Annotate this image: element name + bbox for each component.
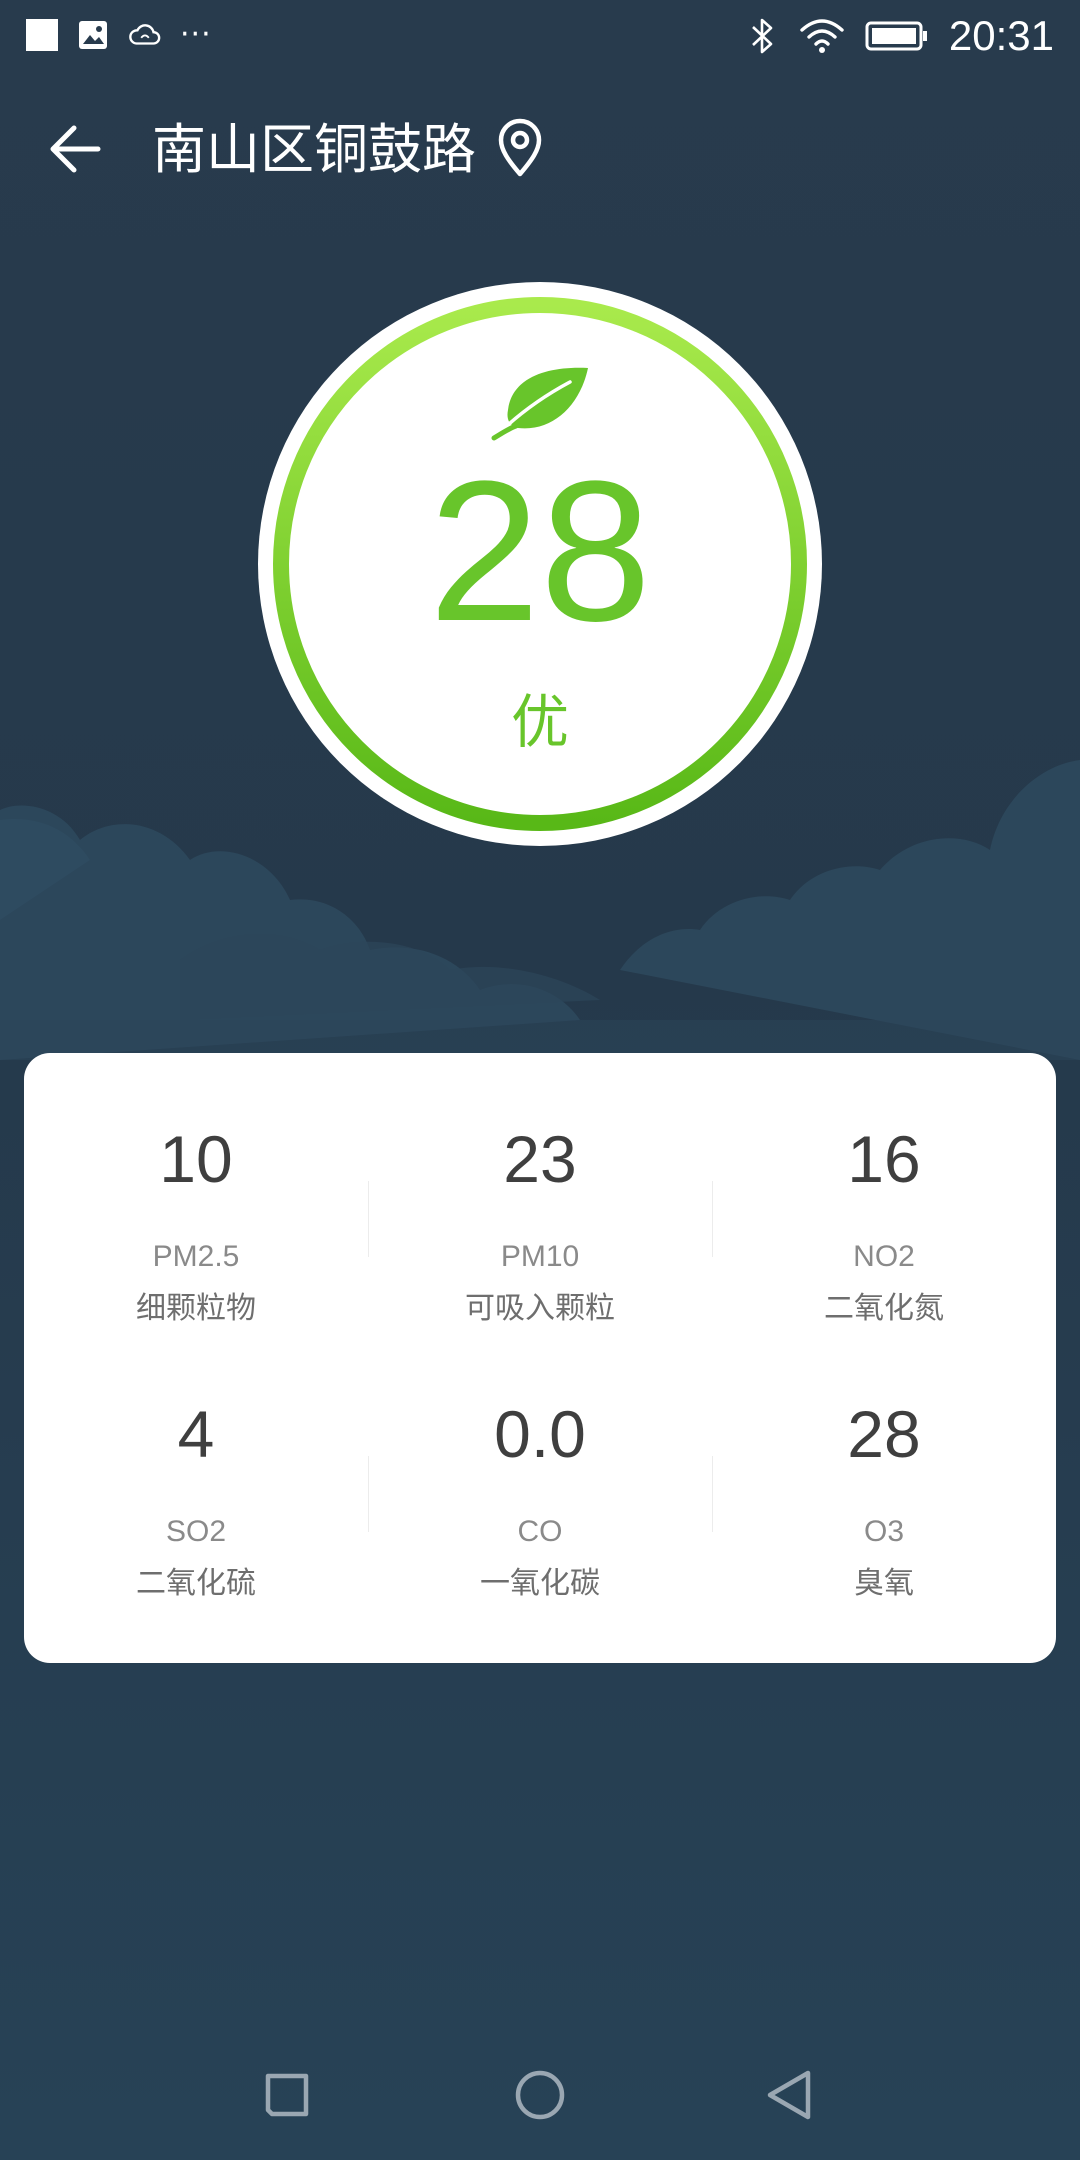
back-button[interactable] — [44, 118, 106, 180]
pollutant-item-pm25: 10 PM2.5 细颗粒物 — [24, 1053, 368, 1326]
pollutant-name: 二氧化氮 — [824, 1291, 944, 1326]
pollutant-name: 细颗粒物 — [136, 1291, 256, 1326]
pollutant-name: 臭氧 — [854, 1566, 914, 1601]
pollutant-item-pm10: 23 PM10 可吸入颗粒 — [368, 1053, 712, 1326]
column-divider — [712, 1456, 713, 1532]
notification-square-icon — [26, 19, 58, 51]
pollutant-code: O3 — [863, 1515, 905, 1548]
pollutant-item-o3: 28 O3 臭氧 — [712, 1328, 1056, 1601]
column-divider — [368, 1456, 369, 1532]
pollutant-value: 28 — [847, 1397, 921, 1471]
pollutant-name: 二氧化硫 — [136, 1566, 256, 1601]
pollutant-name: 一氧化碳 — [480, 1566, 600, 1601]
home-button[interactable] — [505, 2060, 575, 2130]
back-arrow-icon — [50, 125, 101, 173]
aqi-value: 28 — [428, 440, 652, 663]
pollutant-value: 16 — [847, 1122, 921, 1196]
pollutant-value: 4 — [177, 1397, 215, 1471]
system-nav-bar — [0, 2030, 1080, 2160]
pollutant-code: NO2 — [853, 1240, 915, 1273]
status-right-icons: 20:31 — [745, 12, 1054, 60]
recents-button[interactable] — [252, 2060, 322, 2130]
nav-back-button[interactable] — [755, 2060, 825, 2130]
pollutant-code: CO — [517, 1515, 563, 1548]
wifi-icon — [800, 19, 844, 53]
pollutant-name: 可吸入颗粒 — [465, 1291, 615, 1326]
home-circle-icon — [515, 2070, 565, 2120]
pollutant-value: 10 — [159, 1122, 233, 1196]
status-left-icons: ··· — [26, 18, 212, 52]
back-triangle-icon — [767, 2070, 811, 2120]
battery-icon — [865, 21, 927, 51]
location-pin-icon[interactable] — [496, 118, 544, 178]
pollutant-code: PM10 — [500, 1240, 580, 1273]
location-title[interactable]: 南山区铜鼓路 — [152, 114, 476, 186]
aqi-level: 优 — [510, 688, 569, 756]
pollutant-card: 10 PM2.5 细颗粒物 23 PM10 可吸入颗粒 16 NO2 二氧化氮 … — [24, 1053, 1056, 1663]
pollutant-value: 0.0 — [494, 1397, 586, 1471]
pollutant-code: PM2.5 — [152, 1240, 240, 1273]
leaf-icon — [491, 367, 588, 441]
status-time: 20:31 — [948, 12, 1054, 59]
pollutant-item-so2: 4 SO2 二氧化硫 — [24, 1328, 368, 1601]
pollutant-item-no2: 16 NO2 二氧化氮 — [712, 1053, 1056, 1326]
cloud-icon — [129, 24, 161, 45]
recents-square-icon — [265, 2073, 309, 2117]
image-icon — [79, 21, 107, 49]
column-divider — [368, 1181, 369, 1257]
status-bar: ··· 20:31 — [0, 0, 1080, 72]
aqi-gauge: 28 优 — [258, 282, 822, 846]
pollutant-item-co: 0.0 CO 一氧化碳 — [368, 1328, 712, 1601]
pollutant-value: 23 — [503, 1122, 577, 1196]
column-divider — [712, 1181, 713, 1257]
pollutant-code: SO2 — [165, 1515, 227, 1548]
bluetooth-icon — [751, 18, 773, 54]
more-dots-icon: ··· — [180, 17, 212, 52]
header: 南山区铜鼓路 — [0, 110, 1080, 190]
